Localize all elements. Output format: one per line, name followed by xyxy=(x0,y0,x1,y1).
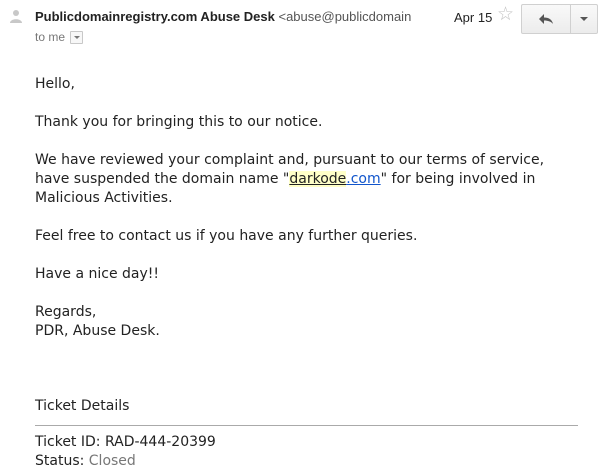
ticket-id-label: Ticket ID: xyxy=(35,434,105,450)
reply-button-group xyxy=(521,4,598,34)
domain-highlight[interactable]: darkode xyxy=(289,171,347,187)
ticket-details-title: Ticket Details xyxy=(35,398,130,414)
ticket-info: Ticket ID: RAD-444-20399 Status: Closed xyxy=(35,433,216,471)
reply-icon xyxy=(539,14,553,24)
regards: Regards, xyxy=(35,304,97,320)
ticket-status-label: Status: xyxy=(35,453,89,469)
chevron-down-icon xyxy=(580,17,588,21)
star-icon[interactable]: ☆ xyxy=(497,5,514,25)
message-header: Publicdomainregistry.com Abuse Desk <abu… xyxy=(0,0,599,50)
show-details-chevron-icon[interactable] xyxy=(70,30,84,44)
more-options-button[interactable] xyxy=(571,5,597,33)
ticket-id-line: Ticket ID: RAD-444-20399 xyxy=(35,433,216,452)
message-body: Hello, Thank you for bringing this to ou… xyxy=(35,75,575,341)
domain-link[interactable]: .com xyxy=(346,171,380,187)
reply-button[interactable] xyxy=(522,5,571,33)
divider xyxy=(35,425,578,426)
ticket-status-line: Status: Closed xyxy=(35,452,216,471)
sender[interactable]: Publicdomainregistry.com Abuse Desk <abu… xyxy=(35,9,447,24)
greeting: Hello, xyxy=(35,76,75,92)
nice-day-paragraph: Have a nice day!! xyxy=(35,266,159,282)
avatar-icon[interactable] xyxy=(8,8,24,24)
contact-paragraph: Feel free to contact us if you have any … xyxy=(35,228,418,244)
review-paragraph: We have reviewed your complaint and, pur… xyxy=(35,151,575,208)
recipient-line: to me xyxy=(35,30,84,44)
sender-name[interactable]: Publicdomainregistry.com Abuse Desk xyxy=(35,9,275,24)
recipient-label: to me xyxy=(35,30,66,44)
sender-email: <abuse@publicdomain xyxy=(278,9,412,24)
message-date: Apr 15 xyxy=(454,10,493,25)
status-badge: Closed xyxy=(88,453,136,469)
ticket-id-value: RAD-444-20399 xyxy=(104,434,216,450)
thanks-paragraph: Thank you for bringing this to our notic… xyxy=(35,114,323,130)
signature: PDR, Abuse Desk. xyxy=(35,323,160,339)
